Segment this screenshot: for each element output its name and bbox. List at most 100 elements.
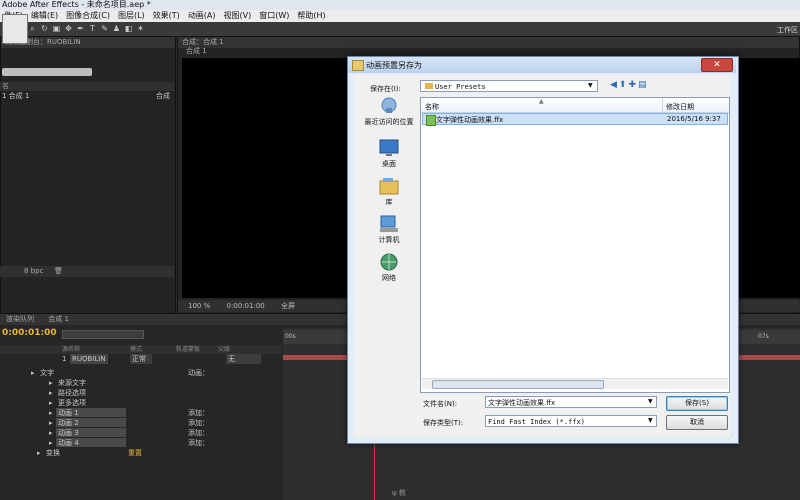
file-list[interactable]: ▲ 名称 修改日期 文字弹性动画效果.ffx 2016/5/16 9:37 bbox=[420, 97, 730, 393]
timeline-search-input[interactable] bbox=[62, 330, 144, 339]
col-mode: 模式 bbox=[130, 346, 143, 353]
rotate-tool-icon[interactable]: ↻ bbox=[40, 24, 49, 33]
workspace-label[interactable]: 工作区 bbox=[777, 25, 798, 35]
pan-behind-tool-icon[interactable]: ✥ bbox=[64, 24, 73, 33]
playhead[interactable] bbox=[374, 440, 375, 500]
menu-help[interactable]: 帮助(H) bbox=[293, 10, 329, 22]
tab-render-queue[interactable]: 渲染队列 bbox=[0, 315, 40, 323]
add-animator-label[interactable]: 添加： bbox=[188, 438, 209, 448]
file-row-selected[interactable]: 文字弹性动画效果.ffx 2016/5/16 9:37 bbox=[422, 113, 728, 126]
reset-link[interactable]: 重置 bbox=[128, 448, 142, 458]
pen-tool-icon[interactable]: ✒ bbox=[76, 24, 85, 33]
add-animator-label[interactable]: 添加： bbox=[188, 428, 209, 438]
property-label: 更多选项 bbox=[58, 399, 86, 407]
timeline-timecode[interactable]: 0:00:01:00 bbox=[2, 328, 57, 338]
col-parent: 父级 bbox=[218, 346, 231, 353]
place-label: 网络 bbox=[382, 274, 396, 282]
camera-tool-icon[interactable]: ▣ bbox=[52, 24, 61, 33]
viewer-resolution[interactable]: 全屏 bbox=[281, 302, 295, 310]
save-button[interactable]: 保存(S) bbox=[666, 396, 728, 411]
expand-triangle-icon[interactable]: ▸ bbox=[49, 438, 53, 448]
add-animator-label[interactable]: 动画： bbox=[188, 368, 209, 378]
menu-edit[interactable]: 编辑(E) bbox=[27, 10, 62, 22]
menu-view[interactable]: 视图(V) bbox=[220, 10, 256, 22]
column-name[interactable]: 名称 bbox=[425, 102, 439, 112]
property-row[interactable]: ▸ 更多选项 bbox=[0, 398, 282, 408]
puppet-tool-icon[interactable]: ✶ bbox=[136, 24, 145, 33]
menu-animation[interactable]: 动画(A) bbox=[184, 10, 220, 22]
resize-grip-icon[interactable]: ⋰ bbox=[728, 433, 734, 440]
layer-parent-select[interactable]: 无 bbox=[226, 354, 261, 364]
expand-triangle-icon[interactable]: ▸ bbox=[49, 418, 53, 428]
filename-label: 文件名(N): bbox=[423, 400, 458, 408]
new-folder-icon[interactable]: ✚ bbox=[628, 80, 638, 90]
bpc-label[interactable]: 8 bpc bbox=[24, 266, 43, 277]
trash-icon[interactable]: 🗑 bbox=[54, 266, 63, 277]
menu-window[interactable]: 窗口(W) bbox=[255, 10, 293, 22]
cancel-button[interactable]: 取消 bbox=[666, 415, 728, 430]
column-date[interactable]: 修改日期 bbox=[666, 102, 694, 112]
project-item-comp[interactable]: 1 合成 1 合成 bbox=[0, 92, 174, 101]
chevron-down-icon[interactable]: ▼ bbox=[648, 417, 653, 424]
save-in-select[interactable]: User Presets bbox=[420, 80, 598, 92]
expand-triangle-icon[interactable]: ▸ bbox=[49, 388, 53, 398]
filename-input[interactable]: 文字弹性动画效果.ffx bbox=[485, 396, 657, 408]
chevron-down-icon[interactable]: ▼ bbox=[588, 82, 593, 89]
menu-effect[interactable]: 效果(T) bbox=[149, 10, 184, 22]
property-label: 来源文字 bbox=[58, 379, 86, 387]
tab-comp-1[interactable]: 合成 1 bbox=[42, 315, 75, 323]
place-library[interactable]: 库 bbox=[358, 177, 420, 207]
ruler-end: 07s bbox=[758, 333, 769, 340]
property-row[interactable]: ▸ 动画 2 添加： bbox=[0, 418, 282, 428]
close-button[interactable]: ✕ bbox=[701, 58, 733, 72]
desktop-icon bbox=[379, 139, 399, 156]
place-network[interactable]: 网络 bbox=[358, 253, 420, 283]
horizontal-scrollbar[interactable] bbox=[422, 378, 728, 389]
place-computer[interactable]: 计算机 bbox=[358, 215, 420, 245]
back-icon[interactable]: ◀ bbox=[610, 80, 619, 90]
property-label: 动画 1 bbox=[58, 409, 79, 417]
layer-mode-select[interactable]: 正常 bbox=[130, 354, 152, 364]
property-row[interactable]: ▸ 动画 4 添加： bbox=[0, 438, 282, 448]
network-icon bbox=[380, 253, 398, 271]
menu-composition[interactable]: 图像合成(C) bbox=[62, 10, 114, 22]
stamp-tool-icon[interactable]: ♟ bbox=[112, 24, 121, 33]
project-search-input[interactable] bbox=[2, 68, 92, 76]
save-in-label: 保存在(I): bbox=[370, 85, 401, 93]
composition-subtab[interactable]: 合成 1 bbox=[186, 46, 207, 56]
add-animator-label[interactable]: 添加： bbox=[188, 418, 209, 428]
viewer-time[interactable]: 0:00:01:00 bbox=[226, 302, 264, 310]
zoom-level[interactable]: 100 % bbox=[188, 302, 210, 310]
column-divider[interactable] bbox=[662, 98, 663, 112]
expand-triangle-icon[interactable]: ▸ bbox=[49, 398, 53, 408]
layer-name[interactable]: RUOBILIN bbox=[70, 354, 108, 364]
expand-triangle-icon[interactable]: ▸ bbox=[31, 368, 35, 378]
property-row[interactable]: ▸ 动画 1 添加： bbox=[0, 408, 282, 418]
recent-places-icon bbox=[381, 97, 397, 113]
property-row[interactable]: ▸ 来源文字 bbox=[0, 378, 282, 388]
property-row[interactable]: ▸ 文字 动画： bbox=[0, 368, 282, 378]
menu-bar: 件(F) 编辑(E) 图像合成(C) 图层(L) 效果(T) 动画(A) 视图(… bbox=[0, 10, 800, 22]
expand-triangle-icon[interactable]: ▸ bbox=[49, 378, 53, 388]
place-desktop[interactable]: 桌面 bbox=[358, 139, 420, 169]
menu-layer[interactable]: 图层(L) bbox=[114, 10, 149, 22]
expand-triangle-icon[interactable]: ▸ bbox=[49, 428, 53, 438]
chevron-down-icon[interactable]: ▼ bbox=[648, 398, 653, 405]
zoom-tool-icon[interactable]: ⌕ bbox=[28, 24, 37, 33]
brush-tool-icon[interactable]: ✎ bbox=[100, 24, 109, 33]
scrollbar-thumb[interactable] bbox=[432, 380, 604, 389]
property-row[interactable]: ▸ 动画 3 添加： bbox=[0, 428, 282, 438]
place-recent[interactable]: 最近访问的位置 bbox=[358, 97, 420, 127]
expand-triangle-icon[interactable]: ▸ bbox=[37, 448, 41, 458]
view-menu-icon[interactable]: ▤ bbox=[638, 80, 649, 90]
layer-row[interactable]: 1 RUOBILIN 正常 无 bbox=[0, 354, 282, 364]
text-tool-icon[interactable]: T bbox=[88, 24, 97, 33]
dialog-icon bbox=[352, 60, 364, 71]
property-row[interactable]: ▸ 变换 重置 bbox=[0, 448, 282, 458]
filetype-select[interactable]: Find Fast Index (*.ffx) bbox=[485, 415, 657, 427]
composition-tab[interactable]: 合成：合成 1 bbox=[178, 37, 799, 48]
property-row[interactable]: ▸ 路径选项 bbox=[0, 388, 282, 398]
add-animator-label[interactable]: 添加： bbox=[188, 408, 209, 418]
expand-triangle-icon[interactable]: ▸ bbox=[49, 408, 53, 418]
eraser-tool-icon[interactable]: ◧ bbox=[124, 24, 133, 33]
